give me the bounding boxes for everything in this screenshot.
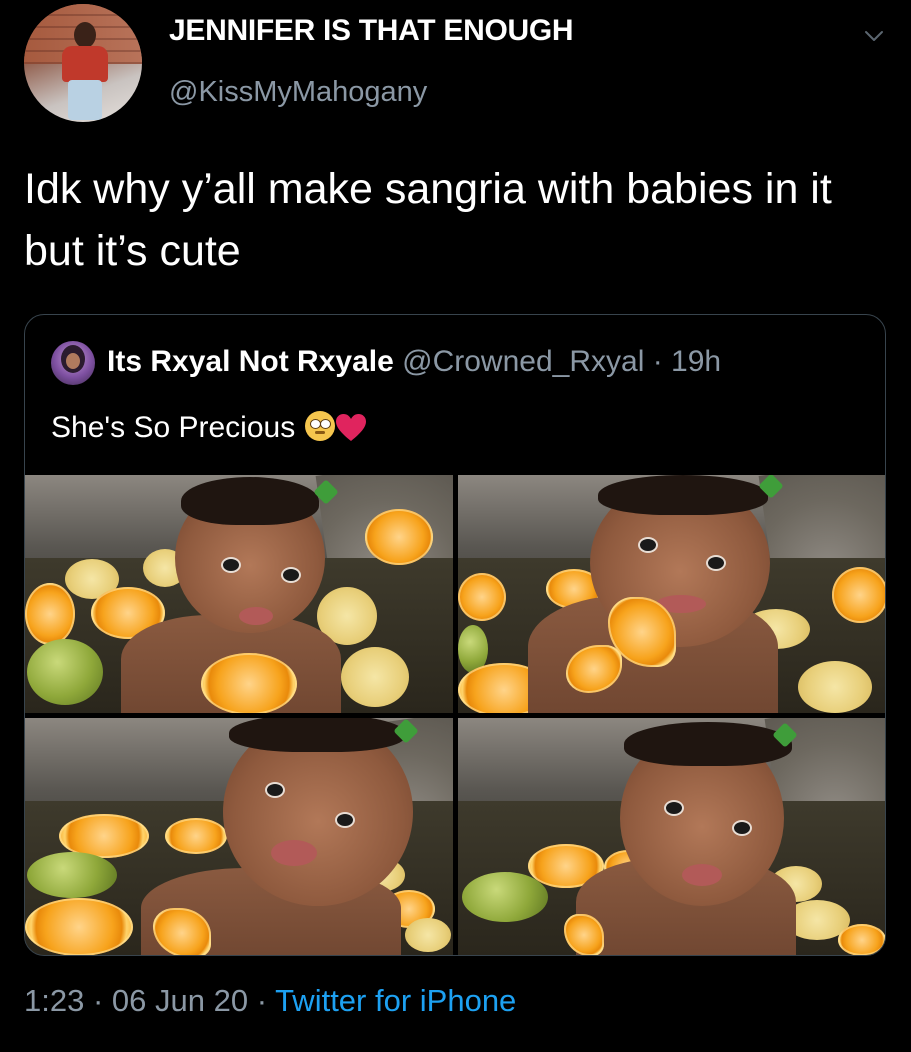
quoted-tweet-photo-3[interactable]	[25, 718, 453, 955]
quoted-tweet-photo-2[interactable]	[458, 475, 885, 713]
footer-separator: ·	[84, 983, 112, 1018]
quoted-tweet-text-content: She's So Precious	[51, 411, 296, 444]
quoted-avatar-face	[66, 353, 80, 369]
tweet-text: Idk why y’all make sangria with babies i…	[24, 165, 832, 275]
tweet-footer: 1:23 · 06 Jun 20 · Twitter for iPhone	[24, 983, 516, 1019]
avatar-figure-jeans	[68, 80, 102, 120]
tweet[interactable]: JENNIFER IS THAT ENOUGH @KissMyMahogany …	[0, 0, 911, 1052]
quoted-author-avatar[interactable]	[51, 341, 95, 385]
footer-separator: ·	[248, 983, 276, 1018]
quoted-tweet-photo-1[interactable]	[25, 475, 453, 713]
red-heart-icon	[336, 414, 367, 441]
chevron-down-icon[interactable]	[862, 24, 886, 48]
author-handle[interactable]: @KissMyMahogany	[169, 76, 427, 109]
author-avatar[interactable]	[24, 4, 142, 122]
author-display-name[interactable]: JENNIFER IS THAT ENOUGH	[169, 14, 574, 48]
quoted-author-handle[interactable]: @Crowned_Rxyal	[402, 345, 644, 378]
avatar-figure-head	[74, 22, 96, 48]
quoted-tweet-meta: Its Rxyal Not Rxyale @Crowned_Rxyal · 19…	[107, 345, 721, 379]
meta-separator: ·	[652, 345, 663, 378]
quoted-tweet[interactable]: Its Rxyal Not Rxyale @Crowned_Rxyal · 19…	[24, 314, 886, 956]
quoted-tweet-photo-4[interactable]	[458, 718, 885, 955]
quoted-tweet-text: She's So Precious	[51, 411, 367, 445]
avatar-figure-top	[62, 46, 108, 82]
tweet-date[interactable]: 06 Jun 20	[112, 983, 248, 1018]
tweet-source-link[interactable]: Twitter for iPhone	[275, 983, 516, 1018]
face-with-rolling-eyes-icon	[305, 411, 336, 441]
tweet-time[interactable]: 1:23	[24, 983, 84, 1018]
quoted-author-display-name[interactable]: Its Rxyal Not Rxyale	[107, 345, 394, 378]
quoted-tweet-time[interactable]: 19h	[671, 345, 721, 378]
